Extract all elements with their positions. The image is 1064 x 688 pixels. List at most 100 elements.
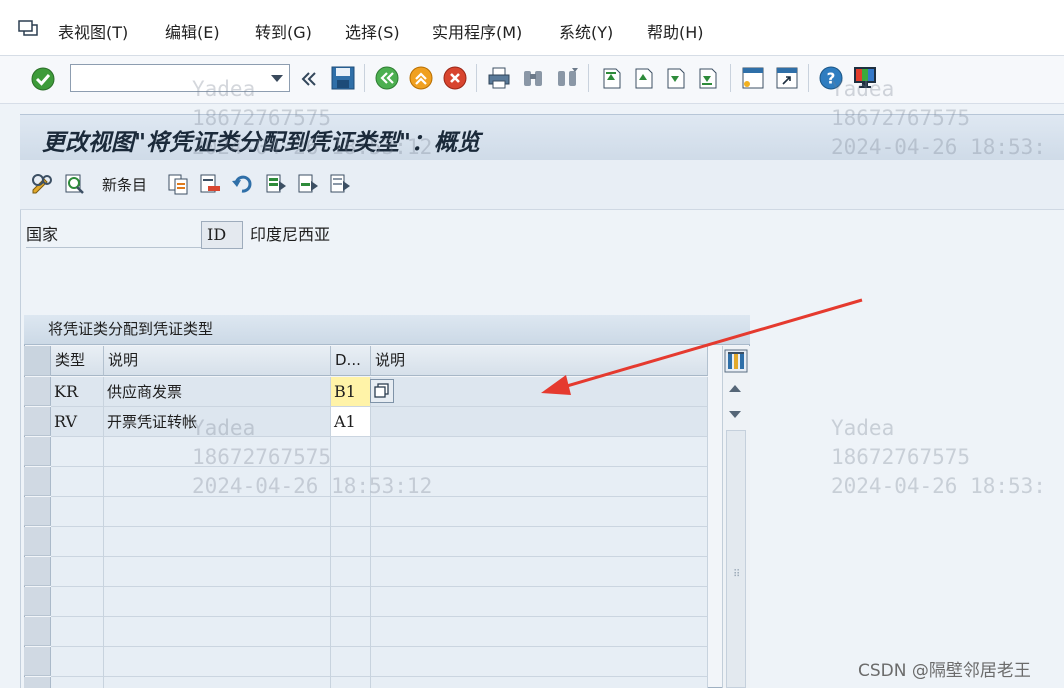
value-help-button[interactable] — [370, 379, 394, 403]
menu-utilities[interactable]: 实用程序(M) — [432, 22, 522, 44]
create-session-icon[interactable] — [740, 65, 766, 91]
row-selector[interactable] — [24, 587, 51, 616]
select-block-icon[interactable] — [296, 172, 320, 196]
toolbar-divider — [730, 64, 731, 92]
shortcut-icon[interactable] — [774, 65, 800, 91]
menu-help[interactable]: 帮助(H) — [647, 22, 704, 44]
empty-cell — [371, 437, 708, 467]
country-code-field: ID — [201, 221, 243, 249]
row-selector[interactable] — [24, 617, 51, 646]
help-icon[interactable]: ? — [818, 65, 844, 91]
row-selector[interactable] — [24, 407, 51, 436]
empty-cell[interactable] — [331, 467, 371, 497]
next-page-icon[interactable] — [662, 65, 688, 91]
empty-cell — [104, 617, 331, 647]
chevron-down-icon[interactable] — [271, 75, 283, 82]
menu-system[interactable]: 系统(Y) — [559, 22, 613, 44]
customize-layout-icon[interactable] — [852, 64, 878, 90]
row-selector[interactable] — [24, 377, 51, 406]
undo-change-icon[interactable] — [230, 172, 254, 196]
country-label: 国家 — [26, 224, 202, 248]
menu-edit[interactable]: 编辑(E) — [165, 22, 220, 44]
select-all-icon[interactable] — [264, 172, 288, 196]
sap-window: { "menu": { "items": ["表视图(T)", "编辑(E)",… — [0, 0, 1064, 688]
empty-cell — [371, 677, 708, 688]
find-icon[interactable] — [520, 65, 546, 91]
window-menu-icon[interactable] — [18, 20, 38, 36]
previous-page-icon[interactable] — [630, 65, 656, 91]
country-name-text: 印度尼西亚 — [250, 225, 331, 244]
cell-doc-type-input[interactable]: A1 — [331, 407, 371, 437]
display-check-icon[interactable] — [62, 172, 86, 196]
cell-doc-type-description — [371, 377, 708, 407]
cell-description: 开票凭证转帐 — [104, 407, 331, 437]
column-header-description[interactable]: 说明 — [104, 346, 331, 376]
empty-cell — [51, 647, 104, 677]
svg-text:?: ? — [827, 70, 836, 88]
cell-doc-type-input[interactable]: B1 — [331, 377, 371, 407]
empty-cell — [51, 437, 104, 467]
cancel-icon[interactable] — [442, 65, 468, 91]
column-header-doc-type-description[interactable]: 说明 — [371, 346, 708, 376]
column-header-type[interactable]: 类型 — [51, 346, 104, 376]
display-change-icon[interactable] — [30, 172, 54, 196]
row-selector[interactable] — [24, 437, 51, 466]
empty-cell[interactable] — [331, 587, 371, 617]
empty-cell — [104, 527, 331, 557]
empty-cell — [104, 467, 331, 497]
save-icon[interactable] — [330, 65, 356, 91]
back-icon[interactable] — [374, 65, 400, 91]
find-next-icon[interactable] — [554, 65, 580, 91]
command-input[interactable] — [71, 65, 261, 91]
table-settings-icon[interactable] — [724, 349, 748, 373]
table-title: 将凭证类分配到凭证类型 — [24, 315, 750, 345]
row-selector[interactable] — [24, 557, 51, 586]
row-selector[interactable] — [24, 497, 51, 526]
menu-table-view[interactable]: 表视图(T) — [58, 22, 128, 44]
empty-cell[interactable] — [331, 497, 371, 527]
delete-icon[interactable] — [198, 172, 222, 196]
scroll-down-icon[interactable] — [729, 411, 741, 418]
row-selector[interactable] — [24, 647, 51, 676]
empty-cell[interactable] — [331, 677, 371, 688]
empty-cell — [51, 467, 104, 497]
empty-cell — [51, 497, 104, 527]
deselect-all-icon[interactable] — [328, 172, 352, 196]
collapse-command-icon[interactable] — [298, 66, 320, 92]
row-selector[interactable] — [24, 527, 51, 556]
menu-goto[interactable]: 转到(G) — [255, 22, 312, 44]
select-all-rows-button[interactable] — [24, 346, 51, 376]
empty-cell[interactable] — [331, 527, 371, 557]
row-selector[interactable] — [24, 677, 51, 688]
first-page-icon[interactable] — [598, 65, 624, 91]
empty-cell[interactable] — [331, 557, 371, 587]
column-header-doc-type[interactable]: D... — [331, 346, 371, 376]
empty-cell — [104, 677, 331, 688]
command-field[interactable] — [70, 64, 290, 92]
copy-as-icon[interactable] — [166, 172, 190, 196]
empty-cell — [51, 587, 104, 617]
new-entries-button[interactable]: 新条目 — [102, 174, 147, 195]
print-icon[interactable] — [486, 65, 512, 91]
enter-icon[interactable] — [30, 66, 56, 92]
empty-cell — [371, 497, 708, 527]
toolbar-divider — [588, 64, 589, 92]
exit-icon[interactable] — [408, 65, 434, 91]
scroll-up-icon[interactable] — [729, 385, 741, 392]
empty-cell[interactable] — [331, 617, 371, 647]
menu-selection[interactable]: 选择(S) — [345, 22, 400, 44]
empty-cell[interactable] — [331, 647, 371, 677]
cell-doc-type-description — [371, 407, 708, 437]
empty-cell — [371, 467, 708, 497]
empty-cell — [371, 587, 708, 617]
empty-cell — [371, 527, 708, 557]
last-page-icon[interactable] — [694, 65, 720, 91]
scrollbar-grip-icon[interactable]: ⠿ — [733, 570, 740, 580]
scrollbar-track[interactable] — [726, 430, 746, 688]
empty-cell[interactable] — [331, 437, 371, 467]
csdn-credit: CSDN @隔壁邻居老王 — [858, 661, 1031, 681]
menu-bar: 表视图(T) 编辑(E) 转到(G) 选择(S) 实用程序(M) 系统(Y) 帮… — [0, 0, 1064, 56]
toolbar-divider — [476, 64, 477, 92]
empty-cell — [371, 557, 708, 587]
row-selector[interactable] — [24, 467, 51, 496]
